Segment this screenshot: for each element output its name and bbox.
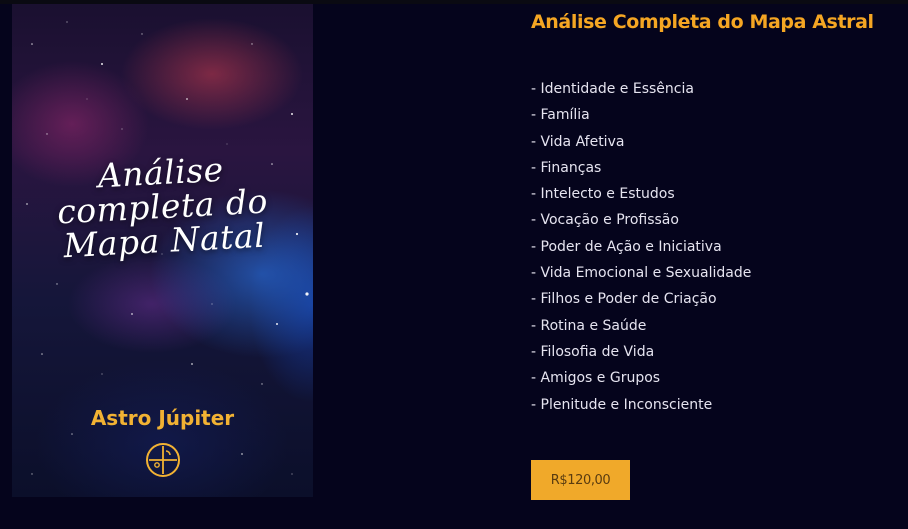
- list-item: - Vocação e Profissão: [531, 212, 679, 229]
- cover-brand-name: Astro Júpiter: [90, 406, 235, 430]
- compass-astro-logo-icon: [146, 443, 180, 477]
- list-item: - Vida Emocional e Sexualidade: [531, 265, 752, 282]
- list-item: - Poder de Ação e Iniciativa: [531, 238, 722, 255]
- list-item: - Rotina e Saúde: [531, 317, 647, 334]
- product-title: Análise Completa do Mapa Astral: [531, 11, 874, 33]
- list-item: - Filhos e Poder de Criação: [531, 291, 717, 308]
- product-page: Análise completa do Mapa Natal Astro Júp…: [0, 0, 908, 529]
- list-item: - Filosofia de Vida: [531, 343, 655, 360]
- list-item: - Intelecto e Estudos: [531, 186, 675, 203]
- topic-list: - Identidade e Essência - Família - Vida…: [531, 76, 751, 418]
- list-item: - Plenitude e Inconsciente: [531, 396, 713, 413]
- book-cover-image: Análise completa do Mapa Natal Astro Júp…: [12, 4, 313, 497]
- list-item: - Família: [531, 107, 590, 124]
- list-item: - Amigos e Grupos: [531, 370, 661, 387]
- list-item: - Finanças: [531, 159, 602, 176]
- price-buy-button[interactable]: R$120,00: [531, 460, 630, 500]
- list-item: - Identidade e Essência: [531, 81, 694, 97]
- list-item: - Vida Afetiva: [531, 133, 625, 150]
- cover-title: Análise completa do Mapa Natal: [12, 148, 313, 266]
